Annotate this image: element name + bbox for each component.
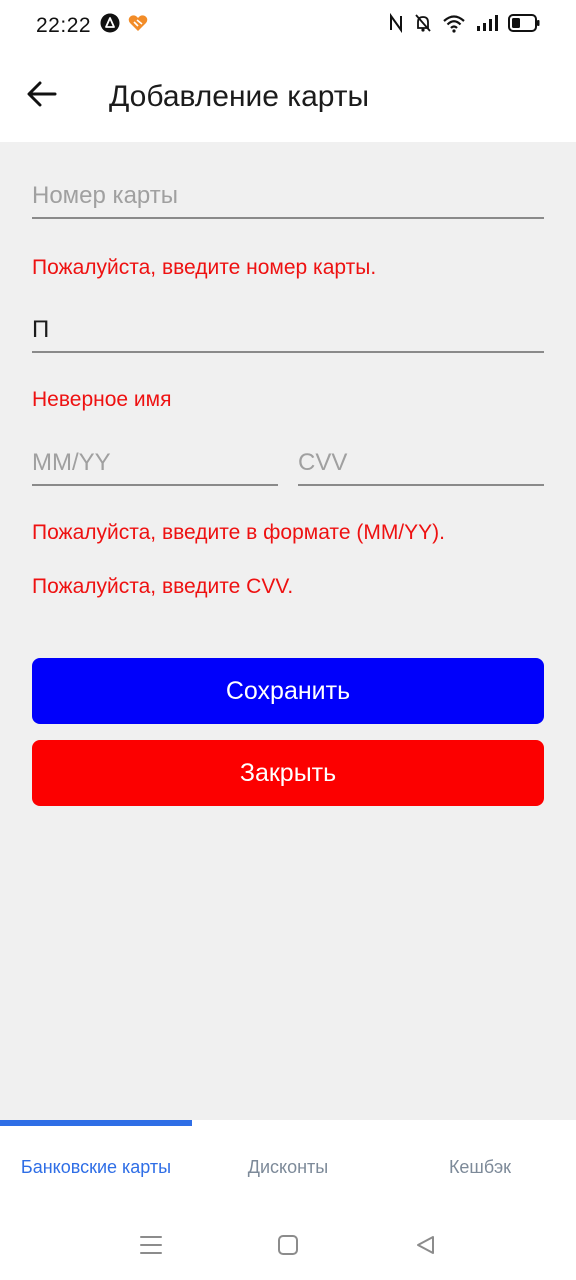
back-button[interactable] [22, 76, 62, 116]
card-number-field[interactable]: Номер карты [32, 182, 544, 219]
form-content: Номер карты Пожалуйста, введите номер ка… [0, 142, 576, 1120]
nfc-icon [388, 12, 404, 38]
status-bar: 22:22 [0, 0, 576, 52]
status-left-icons [100, 13, 148, 38]
back-triangle-icon[interactable] [410, 1230, 440, 1260]
expiry-placeholder: MM/YY [32, 449, 111, 476]
status-right-icons [388, 12, 540, 38]
home-icon[interactable] [273, 1230, 303, 1260]
heart-app-icon [128, 14, 148, 37]
tab-discounts[interactable]: Дисконты [192, 1126, 384, 1208]
bell-off-icon [414, 13, 432, 38]
system-nav-bar [0, 1208, 576, 1280]
tab-cashback[interactable]: Кешбэк [384, 1126, 576, 1208]
arrow-left-icon [27, 81, 57, 112]
card-number-error: Пожалуйста, введите номер карты. [32, 256, 377, 279]
wifi-icon [442, 13, 466, 38]
cvv-error: Пожалуйста, введите CVV. [32, 575, 294, 598]
expiry-field[interactable]: MM/YY [32, 449, 278, 486]
expiry-error: Пожалуйста, введите в формате (MM/YY). [32, 521, 445, 544]
app-a-icon [100, 13, 120, 38]
bottom-tabs: Банковские карты Дисконты Кешбэк [0, 1126, 576, 1208]
cardholder-name-error: Неверное имя [32, 388, 172, 411]
cardholder-name-value: П [32, 316, 50, 343]
signal-icon [476, 13, 498, 38]
battery-icon [508, 13, 540, 37]
status-time: 22:22 [36, 14, 92, 37]
menu-icon[interactable] [136, 1230, 166, 1260]
cvv-placeholder: CVV [298, 449, 348, 476]
page-title: Добавление карты [109, 80, 370, 113]
save-button[interactable]: Сохранить [32, 658, 544, 724]
cardholder-name-field[interactable]: П [32, 316, 544, 353]
cvv-field[interactable]: CVV [298, 449, 544, 486]
app-bar: Добавление карты [0, 52, 576, 142]
close-button[interactable]: Закрыть [32, 740, 544, 806]
card-number-placeholder: Номер карты [32, 182, 178, 209]
tab-bank-cards[interactable]: Банковские карты [0, 1126, 192, 1208]
